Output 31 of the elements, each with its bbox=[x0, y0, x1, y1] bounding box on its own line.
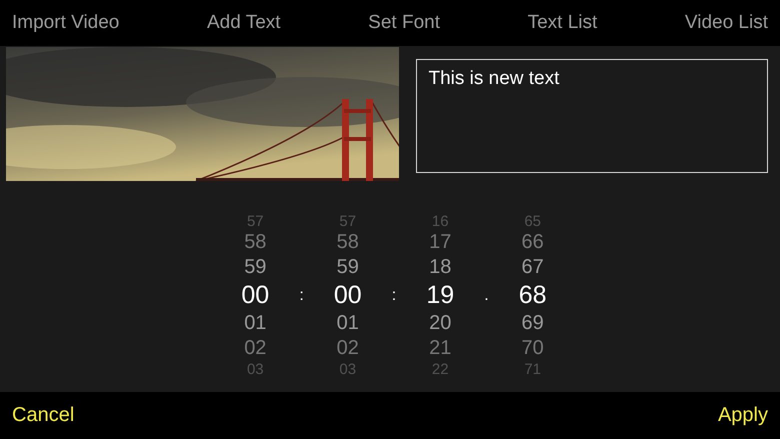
action-button[interactable]: Cancel bbox=[12, 404, 74, 427]
tab[interactable]: Text List bbox=[528, 12, 598, 34]
action-button[interactable]: Apply bbox=[718, 404, 768, 427]
picker-value[interactable]: 66 bbox=[522, 230, 544, 255]
picker-value[interactable]: 01 bbox=[336, 311, 359, 336]
picker-value[interactable]: 02 bbox=[244, 336, 266, 361]
picker-value[interactable]: 20 bbox=[429, 311, 452, 336]
picker-value[interactable]: 68 bbox=[518, 280, 547, 311]
picker-value[interactable]: 00 bbox=[334, 280, 362, 311]
separator: : bbox=[299, 286, 304, 304]
picker-value[interactable]: 00 bbox=[241, 280, 270, 311]
picker-value[interactable]: 67 bbox=[522, 255, 544, 280]
separator: . bbox=[484, 286, 489, 304]
tab[interactable]: Import Video bbox=[12, 12, 120, 34]
picker-value[interactable]: 70 bbox=[522, 336, 544, 361]
tab[interactable]: Video List bbox=[684, 12, 768, 34]
picker-value[interactable]: 58 bbox=[336, 230, 359, 255]
tab[interactable]: Add Text bbox=[206, 12, 281, 34]
picker-value[interactable]: 18 bbox=[429, 255, 452, 280]
picker-value[interactable]: 59 bbox=[244, 255, 266, 280]
picker-value[interactable]: 17 bbox=[429, 230, 452, 255]
picker-value[interactable]: 21 bbox=[429, 336, 452, 361]
separator: : bbox=[392, 286, 396, 304]
picker-value[interactable]: 59 bbox=[336, 255, 359, 280]
picker-value[interactable]: 01 bbox=[244, 311, 266, 336]
picker-value[interactable]: 69 bbox=[522, 311, 544, 336]
picker-value[interactable]: 58 bbox=[244, 230, 266, 255]
picker-value[interactable]: 02 bbox=[336, 336, 359, 361]
text-field[interactable]: This is new text bbox=[416, 59, 768, 173]
picker-value[interactable]: 19 bbox=[426, 280, 454, 311]
tab[interactable]: Set Font bbox=[368, 12, 440, 34]
